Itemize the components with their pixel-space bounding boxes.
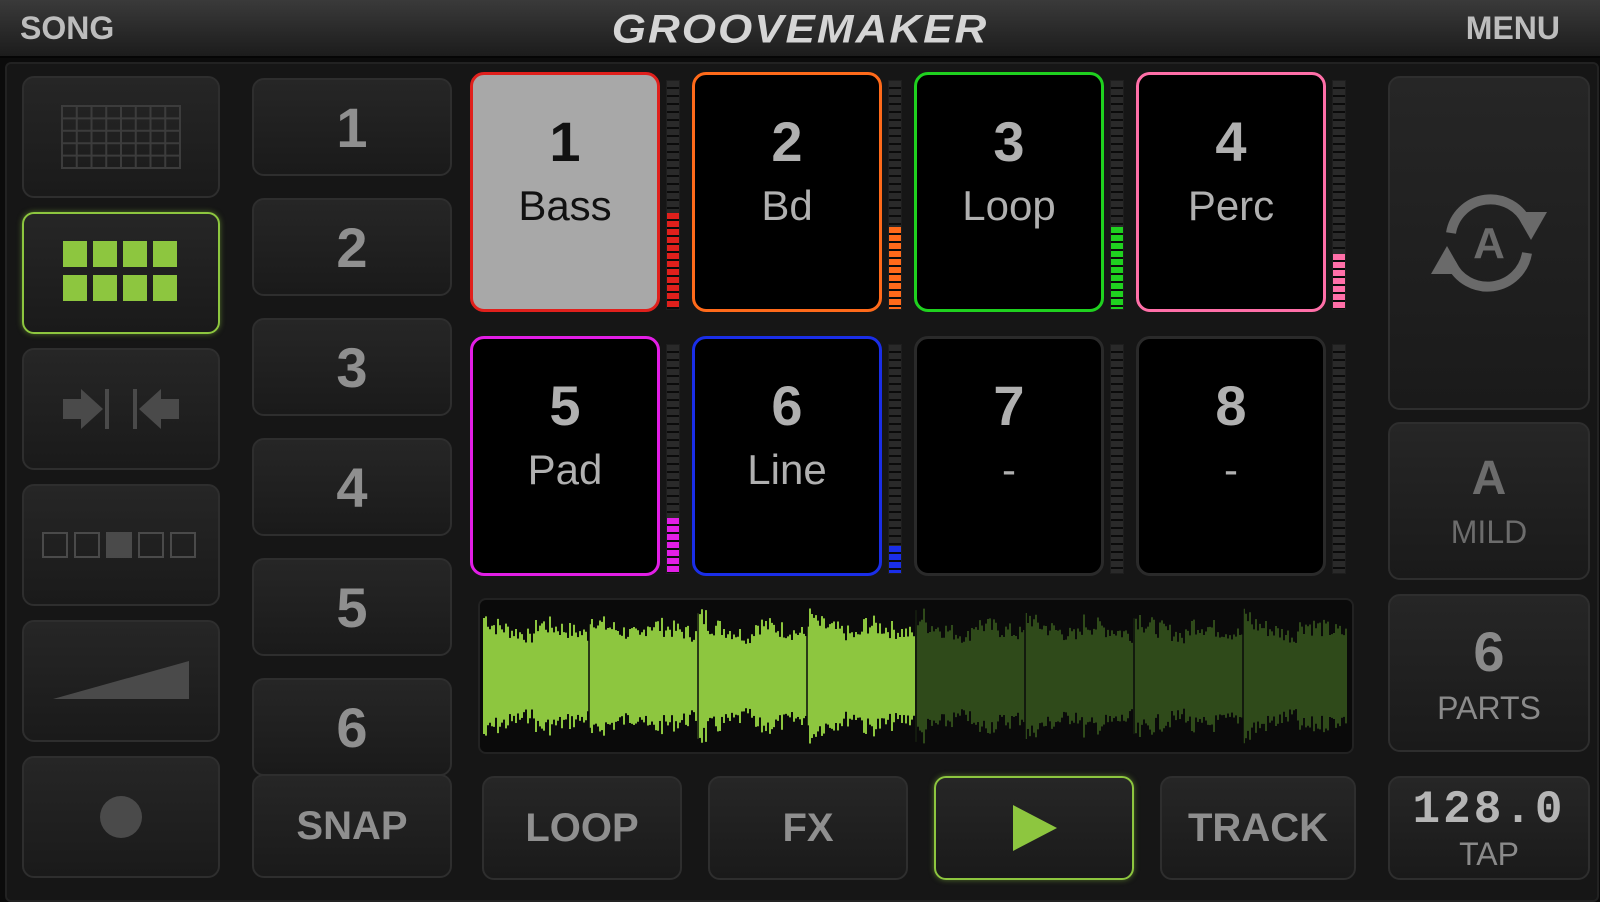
variation-label: MILD xyxy=(1450,514,1528,550)
top-bar: SONG GROOVEMAKER MENU xyxy=(0,0,1600,58)
track-button[interactable]: TRACK xyxy=(1160,776,1356,880)
auto-letter: A xyxy=(1473,219,1505,268)
level-fill xyxy=(667,518,679,573)
pad-number: 8 xyxy=(1215,374,1247,437)
part-button-1[interactable]: 1 xyxy=(252,78,452,176)
volume-view-button[interactable] xyxy=(22,620,220,742)
pad-number: 6 xyxy=(771,374,803,437)
pad-name: Perc xyxy=(1187,182,1275,229)
pad-name: Loop xyxy=(962,182,1056,229)
part-button-5[interactable]: 5 xyxy=(252,558,452,656)
merge-view-button[interactable] xyxy=(22,348,220,470)
pad-view-button[interactable] xyxy=(22,212,220,334)
level-meter-7 xyxy=(1110,344,1124,574)
waveform-display[interactable] xyxy=(478,598,1354,754)
play-button[interactable] xyxy=(934,776,1134,880)
level-meter-6 xyxy=(888,344,902,574)
pad-7[interactable]: 7 - xyxy=(914,336,1104,576)
tap-label: TAP xyxy=(1459,835,1519,872)
pad-number: 5 xyxy=(549,374,581,437)
variation-button[interactable]: A MILD xyxy=(1388,422,1590,580)
pad-number: 4 xyxy=(1215,110,1247,173)
tap-tempo-button[interactable]: 128.0 TAP xyxy=(1388,776,1590,880)
grid-view-button[interactable] xyxy=(22,76,220,198)
pad-grid-icon xyxy=(63,241,177,301)
pad-number: 7 xyxy=(993,374,1025,437)
song-button[interactable]: SONG xyxy=(20,10,114,47)
auto-cycle-icon: A xyxy=(1431,194,1547,292)
parts-count-button[interactable]: 6 PARTS xyxy=(1388,594,1590,752)
bpm-value: 128.0 xyxy=(1412,783,1566,836)
step-view-button[interactable] xyxy=(22,484,220,606)
arrows-inward-icon xyxy=(63,389,179,429)
fx-button[interactable]: FX xyxy=(708,776,908,880)
level-fill xyxy=(1111,226,1123,309)
waveform-graphic xyxy=(483,602,1347,750)
part-button-6[interactable]: 6 xyxy=(252,678,452,776)
variation-letter: A xyxy=(1471,452,1507,505)
parts-label: PARTS xyxy=(1437,690,1541,726)
level-meter-5 xyxy=(666,344,680,574)
play-icon xyxy=(1013,805,1057,851)
pad-2[interactable]: 2 Bd xyxy=(692,72,882,312)
record-button[interactable] xyxy=(22,756,220,878)
steps-icon xyxy=(42,532,196,558)
level-fill xyxy=(889,545,901,573)
pad-number: 2 xyxy=(771,110,803,173)
app-logo: GROOVEMAKER xyxy=(611,7,989,52)
auto-variation-button[interactable]: A xyxy=(1388,76,1590,410)
level-fill xyxy=(889,226,901,309)
part-button-4[interactable]: 4 xyxy=(252,438,452,536)
pad-6[interactable]: 6 Line xyxy=(692,336,882,576)
pad-number: 3 xyxy=(993,110,1025,173)
level-meter-8 xyxy=(1332,344,1346,574)
pad-number: 1 xyxy=(549,110,581,173)
pad-name: Line xyxy=(747,446,827,493)
pad-4[interactable]: 4 Perc xyxy=(1136,72,1326,312)
level-fill xyxy=(667,213,679,309)
volume-ramp-icon xyxy=(53,661,189,699)
pad-1[interactable]: 1 Bass xyxy=(470,72,660,312)
grid-icon xyxy=(61,105,181,169)
level-meter-2 xyxy=(888,80,902,310)
pad-name: - xyxy=(1224,446,1238,493)
snap-button[interactable]: SNAP xyxy=(252,774,452,878)
parts-count: 6 xyxy=(1473,620,1505,683)
pad-8[interactable]: 8 - xyxy=(1136,336,1326,576)
pad-3[interactable]: 3 Loop xyxy=(914,72,1104,312)
pad-name: Bd xyxy=(761,182,813,229)
level-fill xyxy=(1333,254,1345,309)
menu-button[interactable]: MENU xyxy=(1466,10,1560,47)
level-meter-4 xyxy=(1332,80,1346,310)
part-button-2[interactable]: 2 xyxy=(252,198,452,296)
level-meter-3 xyxy=(1110,80,1124,310)
pad-name: Pad xyxy=(527,446,603,493)
pad-name: Bass xyxy=(518,182,612,229)
record-dot-icon xyxy=(100,796,142,838)
loop-button[interactable]: LOOP xyxy=(482,776,682,880)
pad-name: - xyxy=(1002,446,1016,493)
part-button-3[interactable]: 3 xyxy=(252,318,452,416)
level-meter-1 xyxy=(666,80,680,310)
pad-5[interactable]: 5 Pad xyxy=(470,336,660,576)
